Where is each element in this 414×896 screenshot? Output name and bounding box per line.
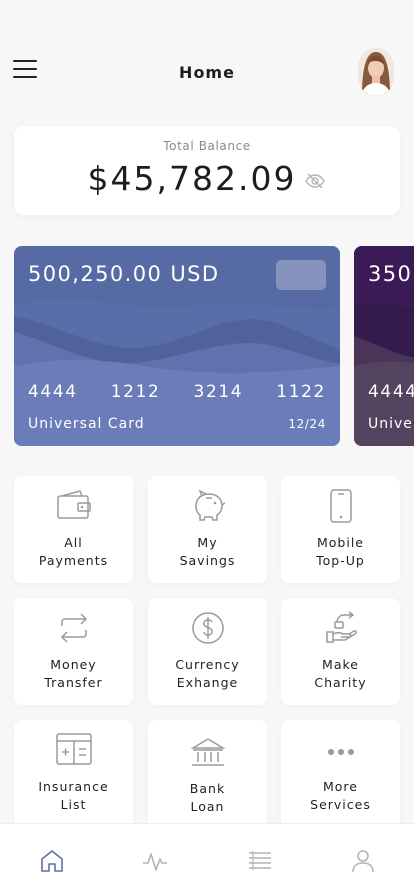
wallet-icon: [56, 490, 91, 519]
transfer-arrows-icon: [60, 613, 87, 643]
hamburger-menu-icon[interactable]: [13, 60, 37, 80]
service-label: More Services: [310, 779, 371, 812]
calculator-icon: [55, 733, 92, 765]
piggy-bank-icon: [194, 489, 225, 521]
dollar-coin-icon: [191, 612, 224, 644]
service-more-services[interactable]: More Services: [281, 720, 400, 827]
service-currency-exchange[interactable]: Currency Exhange: [148, 598, 267, 705]
app-screen: Home Total Balance $45,782.09 500,250.00…: [0, 0, 414, 896]
mobile-phone-icon: [329, 489, 352, 523]
service-money-transfer[interactable]: Money Transfer: [14, 598, 133, 705]
card-number-group: 1122: [276, 382, 326, 402]
header-bar: Home: [0, 40, 414, 104]
service-label: Insurance List: [38, 779, 109, 812]
card-expiry: 12/24: [288, 417, 326, 431]
service-label: Make Charity: [314, 657, 367, 690]
service-label: All Payments: [38, 535, 109, 568]
more-dots-icon: [327, 749, 354, 755]
card-number-group: 4444: [28, 382, 78, 402]
card-holder-name: Unive: [368, 416, 413, 432]
profile-icon[interactable]: [350, 848, 376, 874]
service-label: My Savings: [179, 535, 236, 568]
service-all-payments[interactable]: All Payments: [14, 476, 133, 583]
service-mobile-top-up[interactable]: Mobile Top-Up: [281, 476, 400, 583]
card-holder-name: Universal Card: [28, 416, 145, 432]
service-label: Money Transfer: [44, 657, 103, 690]
avatar[interactable]: [358, 48, 394, 96]
card-amount: 500,250.00 USD: [28, 262, 220, 286]
card-amount: 350,: [368, 262, 414, 286]
service-label: Bank Loan: [189, 781, 226, 814]
bank-icon: [189, 738, 226, 766]
service-make-charity[interactable]: Make Charity: [281, 598, 400, 705]
balance-amount: $45,782.09: [87, 159, 297, 198]
service-label: Currency Exhange: [175, 657, 240, 690]
service-bank-loan[interactable]: Bank Loan: [148, 720, 267, 827]
bottom-navigation: [0, 823, 414, 896]
page-title: Home: [179, 62, 235, 82]
service-my-savings[interactable]: My Savings: [148, 476, 267, 583]
card-number: 4444 1212 3214 1122: [28, 382, 326, 402]
card-chip-icon: [276, 260, 326, 290]
card-number-group: 1212: [110, 382, 161, 402]
home-icon[interactable]: [39, 848, 65, 874]
total-balance-card: Total Balance $45,782.09: [14, 126, 400, 215]
card-number-group: 3214: [193, 382, 244, 402]
service-label: Mobile Top-Up: [316, 535, 365, 568]
bank-card-universal[interactable]: 500,250.00 USD 4444 1212 3214 1122 Unive…: [14, 246, 340, 446]
activity-icon[interactable]: [142, 848, 168, 874]
card-number-group: 4444: [368, 382, 414, 402]
balance-label: Total Balance: [163, 139, 251, 153]
charity-hand-icon: [325, 611, 357, 643]
card-number: 4444: [368, 382, 414, 402]
service-insurance-list[interactable]: Insurance List: [14, 720, 133, 827]
eye-off-icon[interactable]: [304, 171, 326, 191]
list-icon[interactable]: [247, 848, 273, 874]
bank-card-secondary[interactable]: 350, 4444 Unive: [354, 246, 414, 446]
